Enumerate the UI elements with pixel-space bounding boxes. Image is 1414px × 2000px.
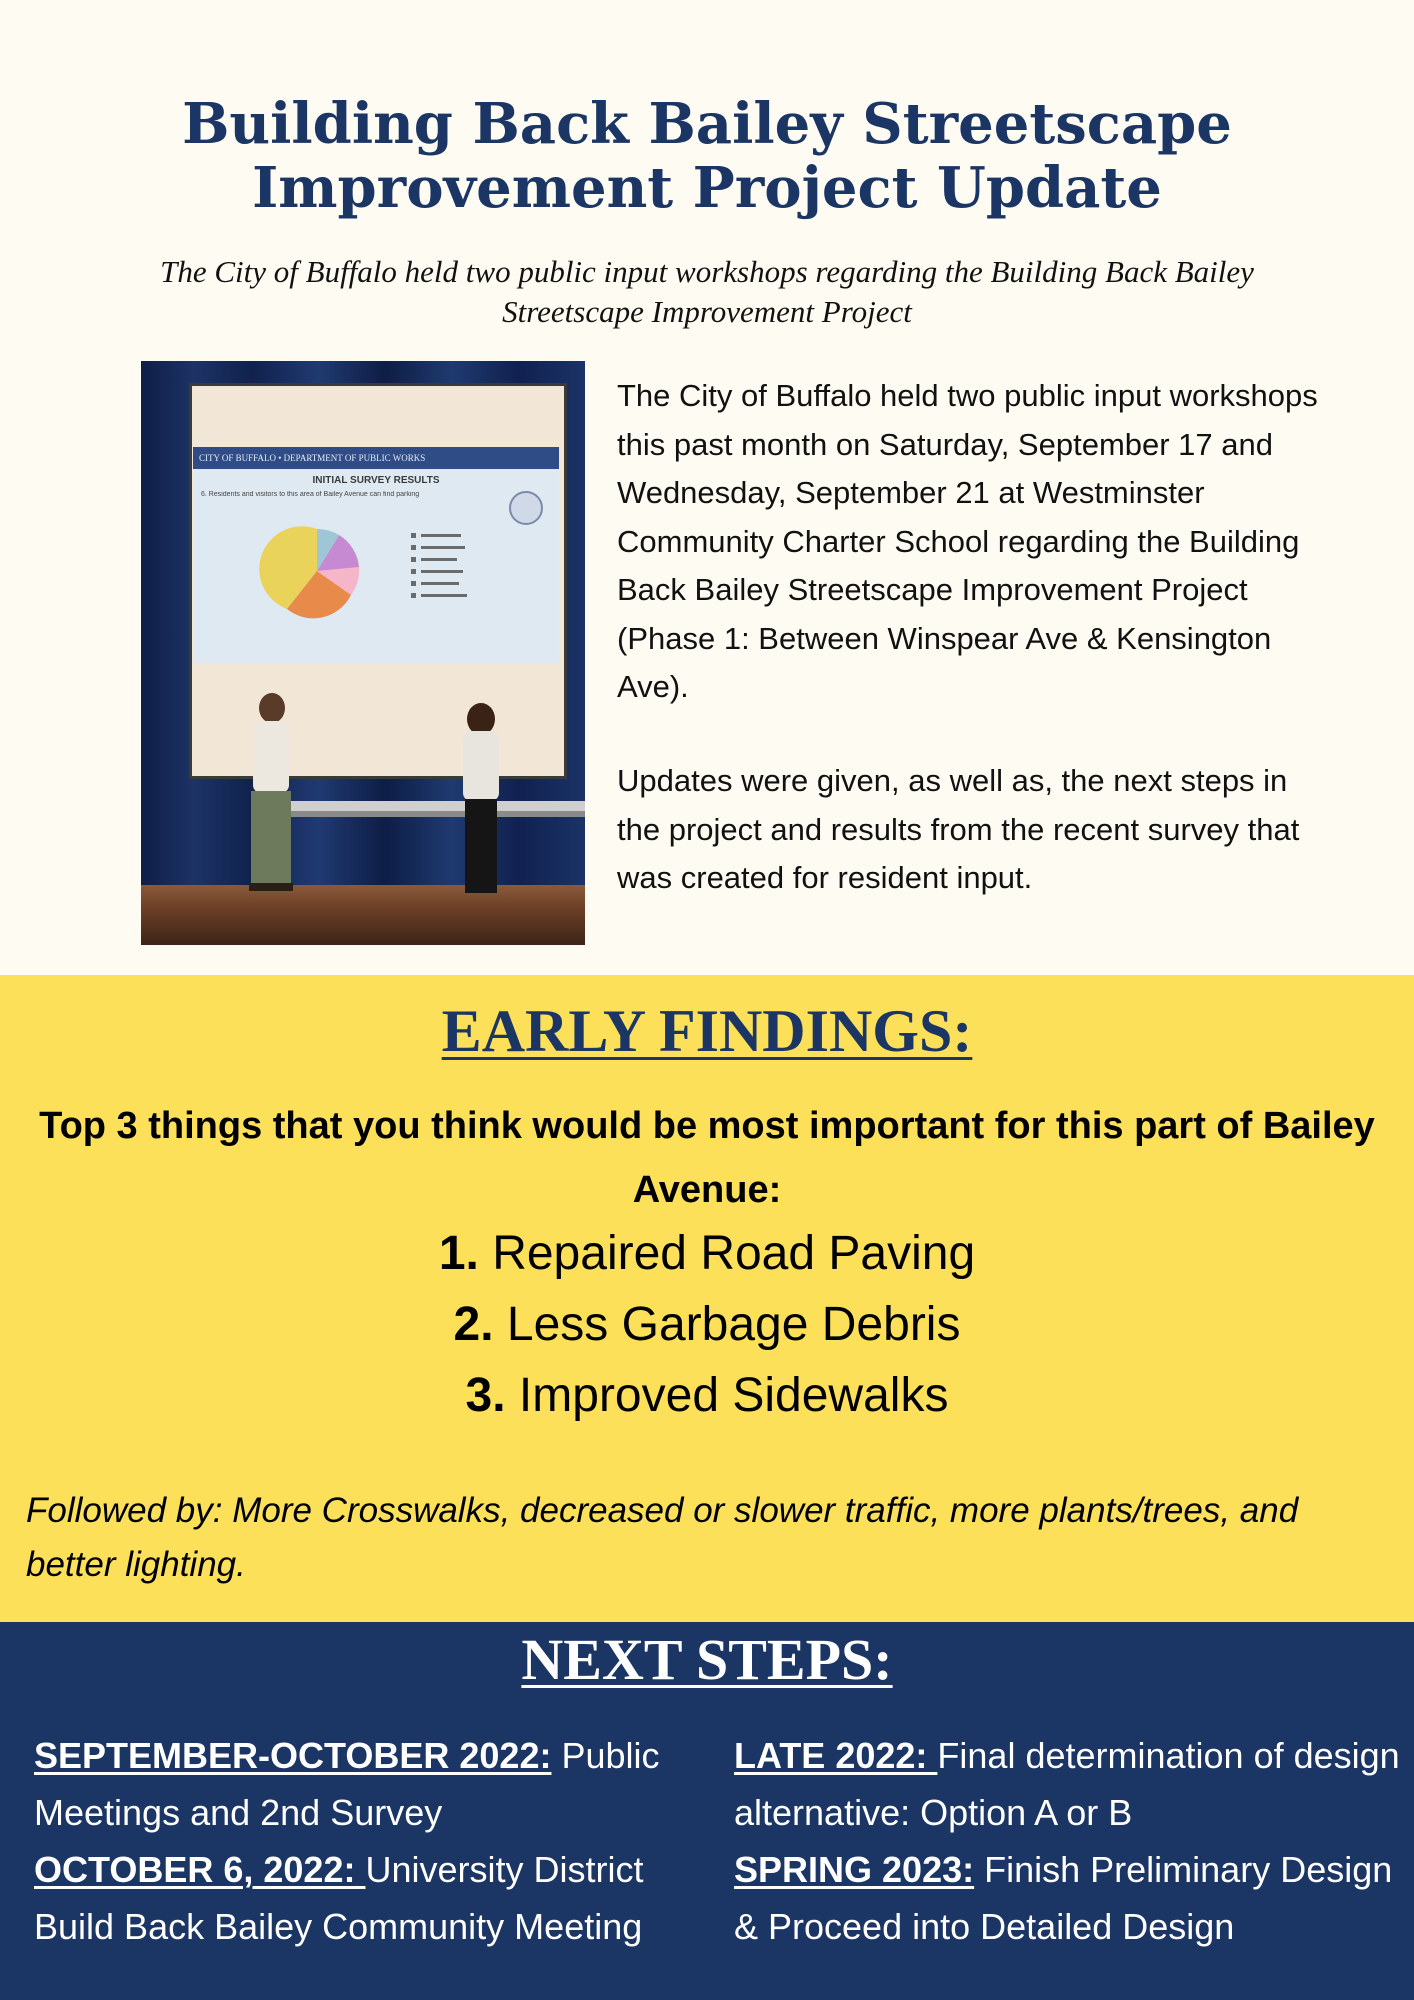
step-item: OCTOBER 6, 2022: University District Bui… <box>34 1841 714 1955</box>
slide-seal-icon <box>509 491 543 525</box>
rank-text: Repaired Road Paving <box>492 1227 976 1280</box>
page-subtitle: The City of Buffalo held two public inpu… <box>160 254 1254 329</box>
stage-table-front <box>281 811 585 817</box>
stage-table <box>281 801 585 811</box>
slide-question: 6. Residents and visitors to this area o… <box>201 491 420 498</box>
early-findings-heading: EARLY FINDINGS: <box>441 998 973 1064</box>
step-item: SEPTEMBER-OCTOBER 2022: Public Meetings … <box>34 1727 714 1841</box>
top-three-list: 1. Repaired Road Paving 2. Less Garbage … <box>0 1218 1414 1431</box>
rank-text: Less Garbage Debris <box>506 1298 961 1351</box>
next-steps-right-column: LATE 2022: Final determination of design… <box>734 1727 1404 1955</box>
next-steps-left-column: SEPTEMBER-OCTOBER 2022: Public Meetings … <box>34 1727 714 1955</box>
workshop-photo: CITY OF BUFFALO • DEPARTMENT OF PUBLIC W… <box>141 361 585 945</box>
slide-legend <box>411 533 467 598</box>
rank-number: 3. <box>465 1369 506 1422</box>
step-item: SPRING 2023: Finish Preliminary Design &… <box>734 1841 1404 1955</box>
step-date-label: LATE 2022: <box>734 1735 938 1776</box>
followed-by-note: Followed by: More Crosswalks, decreased … <box>26 1491 1299 1584</box>
stage-floor <box>141 885 585 945</box>
presenter-right <box>451 703 511 899</box>
findings-question: Top 3 things that you think would be mos… <box>39 1105 1375 1211</box>
projected-slide: CITY OF BUFFALO • DEPARTMENT OF PUBLIC W… <box>193 447 559 663</box>
intro-paragraph: The City of Buffalo held two public inpu… <box>617 378 1318 704</box>
next-steps-heading: NEXT STEPS: <box>521 1627 893 1692</box>
rank-text: Improved Sidewalks <box>518 1369 949 1422</box>
rank-number: 1. <box>438 1227 479 1280</box>
slide-pie-chart <box>259 526 467 619</box>
list-item: 3. Improved Sidewalks <box>0 1360 1414 1431</box>
rank-number: 2. <box>453 1298 494 1351</box>
step-date-label: SPRING 2023: <box>734 1849 975 1890</box>
presenter-left <box>241 693 301 893</box>
slide-title: INITIAL SURVEY RESULTS <box>312 475 440 486</box>
step-item: LATE 2022: Final determination of design… <box>734 1727 1404 1841</box>
updates-paragraph: Updates were given, as well as, the next… <box>617 763 1300 895</box>
page-title-line2: Improvement Project Update <box>252 155 1162 221</box>
slide-header-bar: CITY OF BUFFALO • DEPARTMENT OF PUBLIC W… <box>193 447 559 469</box>
page-title: Building Back Bailey Streetscape Improve… <box>0 92 1414 220</box>
page-title-line1: Building Back Bailey Streetscape <box>182 91 1232 157</box>
step-date-label: SEPTEMBER-OCTOBER 2022: <box>34 1735 552 1776</box>
list-item: 2. Less Garbage Debris <box>0 1289 1414 1360</box>
list-item: 1. Repaired Road Paving <box>0 1218 1414 1289</box>
step-date-label: OCTOBER 6, 2022: <box>34 1849 366 1890</box>
slide-header-text: CITY OF BUFFALO • DEPARTMENT OF PUBLIC W… <box>199 453 426 463</box>
